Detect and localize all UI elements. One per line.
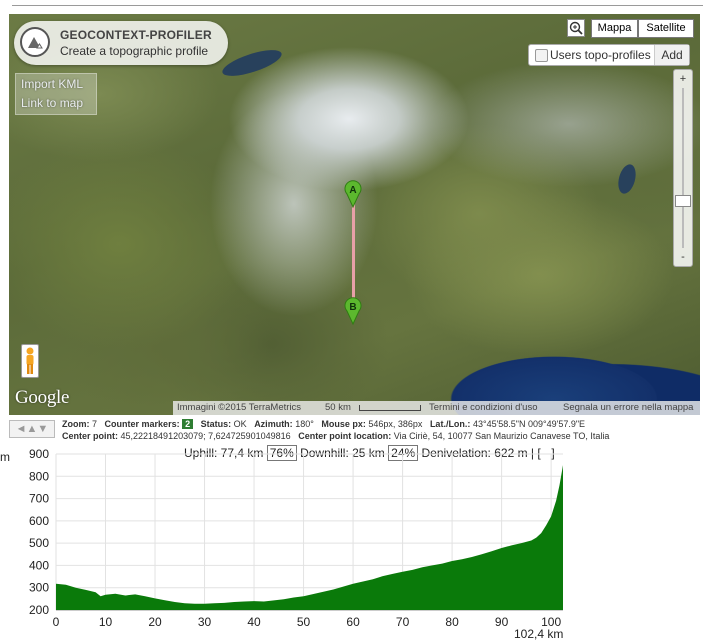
x-tick-label: 80 xyxy=(445,615,459,629)
x-tick-label: 30 xyxy=(198,615,212,629)
mountain-icon xyxy=(20,27,50,57)
link-to-map-link[interactable]: Link to map xyxy=(21,96,83,110)
counter-badge: 2 xyxy=(182,419,194,429)
azimuth-label: Azimuth: xyxy=(254,419,293,429)
google-logo: Google xyxy=(15,387,70,408)
y-tick-label: 900 xyxy=(29,447,49,461)
imagery-credit: Immagini ©2015 TerraMetrics xyxy=(177,402,302,413)
latlon-value: 43°45'58.5"N 009°49'57.9"E xyxy=(472,419,586,429)
x-tick-label: 70 xyxy=(396,615,410,629)
zoom-value: 7 xyxy=(92,419,98,429)
zoom-in-button[interactable]: + xyxy=(674,70,692,88)
marker-b[interactable]: B xyxy=(343,297,363,326)
magnifier-zoom-icon[interactable] xyxy=(567,19,585,37)
y-tick-label: 300 xyxy=(29,581,49,595)
elevation-area xyxy=(56,465,563,610)
maptype-mappa-button[interactable]: Mappa xyxy=(591,19,638,38)
map-info-line-1: Zoom: 7 Counter markers: 2 Status: OK Az… xyxy=(62,419,585,429)
x-tick-label: 0 xyxy=(53,615,60,629)
y-tick-label: 800 xyxy=(29,469,49,483)
y-tick-label: 600 xyxy=(29,514,49,528)
zoom-slider-track xyxy=(682,88,684,248)
zoom-label: Zoom: xyxy=(62,419,90,429)
profile-route-line xyxy=(352,204,355,310)
x-tick-label: 90 xyxy=(495,615,509,629)
counter-label: Counter markers: xyxy=(104,419,180,429)
scale-bar xyxy=(359,405,421,411)
zoom-slider[interactable]: + - xyxy=(673,69,693,267)
x-tick-label: 40 xyxy=(247,615,261,629)
report-error-link[interactable]: Segnala un errore nella mappa xyxy=(563,401,693,415)
pegman-icon[interactable] xyxy=(21,344,39,378)
zoom-slider-handle[interactable] xyxy=(675,195,691,207)
top-divider xyxy=(12,5,703,6)
mouse-value: 546px, 386px xyxy=(368,419,423,429)
add-profile-button[interactable]: Add xyxy=(654,45,689,65)
terms-link[interactable]: Termini e condizioni d'uso xyxy=(429,401,537,415)
lake-lugano xyxy=(615,162,639,196)
import-kml-link[interactable]: Import KML xyxy=(21,77,83,91)
status-value: OK xyxy=(233,419,247,429)
latlon-label: Lat./Lon.: xyxy=(429,419,471,429)
mouse-label: Mouse px: xyxy=(321,419,366,429)
y-tick-label: 200 xyxy=(29,603,49,617)
status-label: Status: xyxy=(200,419,232,429)
marker-a[interactable]: A xyxy=(343,180,363,209)
scale-label: 50 km xyxy=(325,402,351,413)
app-title: GEOCONTEXT-PROFILER xyxy=(60,28,212,42)
kml-menu: Import KML Link to map xyxy=(15,73,97,115)
lake-geneva xyxy=(219,44,285,82)
x-tick-label: 10 xyxy=(99,615,113,629)
maptype-satellite-button[interactable]: Satellite xyxy=(638,19,694,38)
users-topo-profiles-control: Users topo-profiles Add xyxy=(528,44,690,66)
total-distance-label: 102,4 km xyxy=(514,627,564,641)
y-tick-label: 500 xyxy=(29,536,49,550)
marker-a-label: A xyxy=(349,185,356,196)
app-logo-box: GEOCONTEXT-PROFILER Create a topographic… xyxy=(14,21,228,65)
marker-b-label: B xyxy=(349,302,356,313)
app-subtitle: Create a topographic profile xyxy=(60,44,209,58)
elevation-profile-chart: 200 300 400 500 600 700 800 900 0 10 20 30 40 50 60 70… xyxy=(29,447,563,629)
x-tick-label: 50 xyxy=(297,615,311,629)
zoom-out-button[interactable]: - xyxy=(674,248,692,266)
x-tick-label: 60 xyxy=(346,615,360,629)
nav-arrows-button[interactable]: ◄▲▼ xyxy=(9,420,55,438)
users-topo-profiles-checkbox[interactable] xyxy=(535,49,548,62)
y-tick-label: 700 xyxy=(29,492,49,506)
map-attribution-bar: Immagini ©2015 TerraMetrics 50 km Termin… xyxy=(173,401,700,415)
y-tick-label: 400 xyxy=(29,558,49,572)
satellite-map[interactable]: GEOCONTEXT-PROFILER Create a topographic… xyxy=(9,14,700,415)
x-tick-label: 20 xyxy=(148,615,162,629)
users-topo-profiles-label: Users topo-profiles xyxy=(550,48,651,62)
azimuth-value: 180° xyxy=(295,419,314,429)
